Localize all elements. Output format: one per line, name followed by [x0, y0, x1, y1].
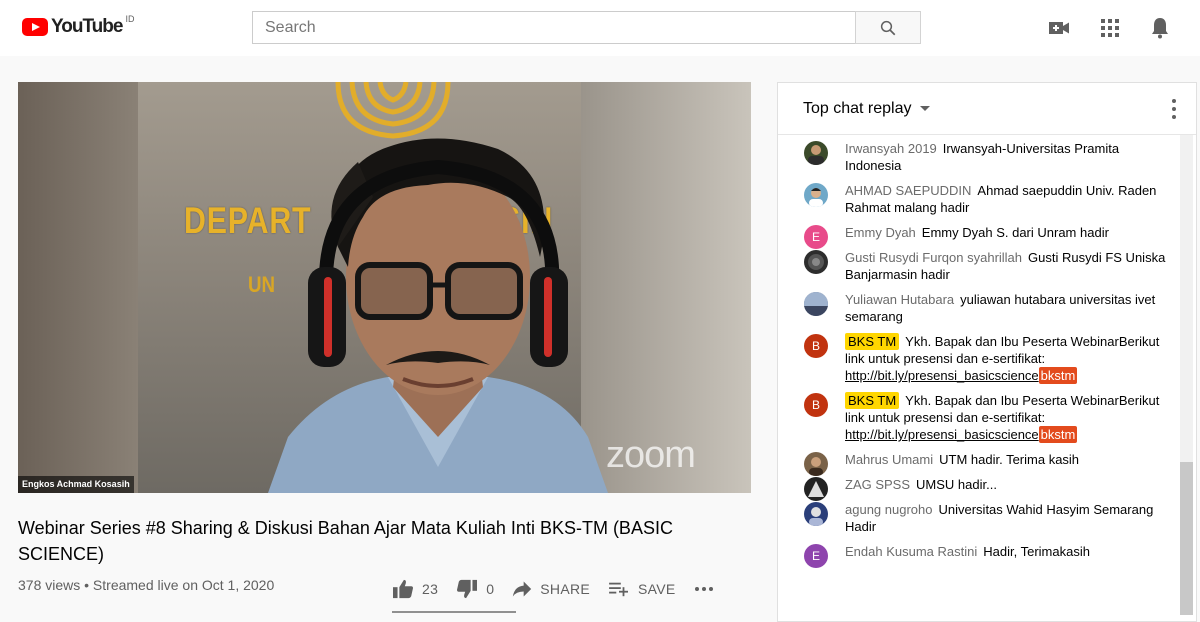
- avatar[interactable]: [804, 502, 828, 526]
- dislike-count: 0: [486, 581, 495, 597]
- share-arrow-icon: [513, 581, 532, 597]
- avatar[interactable]: B: [804, 334, 828, 358]
- notifications-button[interactable]: [1148, 16, 1172, 40]
- chat-message: E Endah Kusuma Rastini Hadir, Terimakasih: [778, 539, 1182, 568]
- chat-link[interactable]: http://bit.ly/presensi_basicscience: [845, 427, 1039, 442]
- chat-author[interactable]: Yuliawan Hutabara: [845, 292, 954, 307]
- like-count: 23: [422, 581, 439, 597]
- user-photo-icon: [804, 292, 828, 316]
- video-actions: 23 0 SHARE SAVE: [392, 575, 740, 603]
- user-photo-icon: [808, 145, 824, 165]
- chat-message: Mahrus Umami UTM hadir. Terima kasih: [778, 447, 1182, 476]
- speaker-figure: [268, 138, 608, 493]
- user-photo-icon: [809, 507, 823, 526]
- create-video-button[interactable]: [1047, 16, 1071, 40]
- chat-menu-button[interactable]: [1172, 99, 1176, 119]
- channel-owner-badge[interactable]: BKS TM: [845, 333, 900, 350]
- video-wall-left: [18, 82, 138, 493]
- chat-link[interactable]: http://bit.ly/presensi_basicscience: [845, 368, 1039, 383]
- chat-scroll-track[interactable]: [1180, 135, 1193, 462]
- more-actions-button[interactable]: [694, 586, 722, 592]
- avatar[interactable]: E: [804, 544, 828, 568]
- chat-author[interactable]: Gusti Rusydi Furqon syahrillah: [845, 250, 1022, 265]
- save-label: SAVE: [638, 581, 676, 597]
- logo-text: YouTube: [51, 16, 123, 37]
- chevron-down-icon[interactable]: [919, 106, 930, 111]
- channel-owner-badge[interactable]: BKS TM: [845, 392, 900, 409]
- youtube-logo[interactable]: YouTube ID: [22, 14, 135, 39]
- avatar-letter: B: [811, 397, 820, 412]
- chat-message-owner: B BKS TM Ykh. Bapak dan Ibu Peserta Webin…: [778, 388, 1182, 447]
- zoom-watermark: zoom: [606, 434, 696, 476]
- avatar-letter: B: [811, 338, 820, 353]
- chat-mode-selector[interactable]: Top chat replay: [803, 100, 912, 118]
- avatar-letter: E: [811, 548, 820, 563]
- search-input[interactable]: [253, 12, 856, 43]
- speaker-name-tag: Engkos Achmad Kosasih: [18, 476, 134, 493]
- search-button[interactable]: [855, 11, 921, 44]
- avatar-letter: E: [811, 229, 820, 244]
- chat-author[interactable]: Emmy Dyah: [845, 225, 916, 240]
- search-box: [252, 11, 856, 44]
- chat-message: agung nugroho Universitas Wahid Hasyim Se…: [778, 497, 1182, 539]
- avatar[interactable]: [804, 183, 828, 207]
- like-button[interactable]: 23: [392, 579, 438, 599]
- search-icon: [880, 20, 896, 35]
- apps-grid-icon: [1101, 19, 1119, 37]
- video-player[interactable]: DEPART SIN UN zoom Engkos Achmad Kosasih: [18, 82, 751, 493]
- chat-author[interactable]: Endah Kusuma Rastini: [845, 544, 977, 559]
- share-label: SHARE: [540, 581, 591, 597]
- user-photo-icon: [808, 254, 824, 270]
- chat-message: Yuliawan Hutabara yuliawan hutabara unive…: [778, 287, 1182, 329]
- user-photo-icon: [809, 188, 823, 207]
- chat-text: Emmy Dyah S. dari Unram hadir: [921, 225, 1109, 240]
- chat-author[interactable]: ZAG SPSS: [845, 477, 910, 492]
- masthead: YouTube ID: [0, 0, 1200, 56]
- chat-message: ZAG SPSS UMSU hadir...: [778, 472, 1182, 501]
- chat-message-owner: B BKS TM Ykh. Bapak dan Ibu Peserta Webin…: [778, 329, 1182, 388]
- chat-author[interactable]: agung nugroho: [845, 502, 932, 517]
- chat-header: Top chat replay: [778, 83, 1196, 135]
- hashtag-chip[interactable]: bkstm: [1038, 426, 1078, 443]
- chat-text: UMSU hadir...: [916, 477, 997, 492]
- video-create-icon: [1049, 22, 1069, 34]
- sentiment-bar: [392, 611, 516, 613]
- video-title: Webinar Series #8 Sharing & Diskusi Baha…: [18, 518, 673, 564]
- logo-country-code: ID: [125, 14, 135, 24]
- chat-text: UTM hadir. Terima kasih: [939, 452, 1080, 467]
- hashtag-chip[interactable]: bkstm: [1038, 367, 1078, 384]
- chat-text: Hadir, Terimakasih: [983, 544, 1090, 559]
- avatar[interactable]: [804, 250, 828, 274]
- university-emblem: [335, 82, 451, 139]
- avatar[interactable]: B: [804, 393, 828, 417]
- avatar[interactable]: [804, 292, 828, 316]
- chat-author[interactable]: AHMAD SAEPUDDIN: [845, 183, 971, 198]
- thumbs-up-icon: [393, 579, 413, 599]
- avatar[interactable]: [804, 141, 828, 165]
- youtube-play-icon: [22, 18, 48, 36]
- thumbs-down-icon: [457, 579, 478, 599]
- chat-message: AHMAD SAEPUDDIN Ahmad saepuddin Univ. Rad…: [778, 178, 1182, 220]
- save-button[interactable]: SAVE: [608, 580, 676, 598]
- live-chat-panel: Top chat replay Irwansyah 2019 Irwansyah-…: [777, 82, 1197, 622]
- dislike-button[interactable]: 0: [456, 579, 494, 599]
- chat-message-list: Irwansyah 2019 Irwansyah-Universitas Pram…: [778, 136, 1182, 568]
- chat-author[interactable]: Irwansyah 2019: [845, 141, 937, 156]
- notification-bell-icon: [1152, 18, 1168, 39]
- chat-scrollbar-thumb[interactable]: [1180, 462, 1193, 615]
- chat-author[interactable]: Mahrus Umami: [845, 452, 933, 467]
- chat-message: E Emmy Dyah Emmy Dyah S. dari Unram hadir: [778, 220, 1182, 249]
- view-count-and-date: 378 views • Streamed live on Oct 1, 2020: [18, 577, 275, 593]
- more-horizontal-icon: [694, 587, 713, 591]
- share-button[interactable]: SHARE: [512, 580, 590, 598]
- chat-message: Gusti Rusydi Furqon syahrillah Gusti Rusy…: [778, 245, 1182, 287]
- chat-message: Irwansyah 2019 Irwansyah-Universitas Pram…: [778, 136, 1182, 178]
- apps-button[interactable]: [1098, 16, 1122, 40]
- playlist-add-icon: [609, 582, 629, 597]
